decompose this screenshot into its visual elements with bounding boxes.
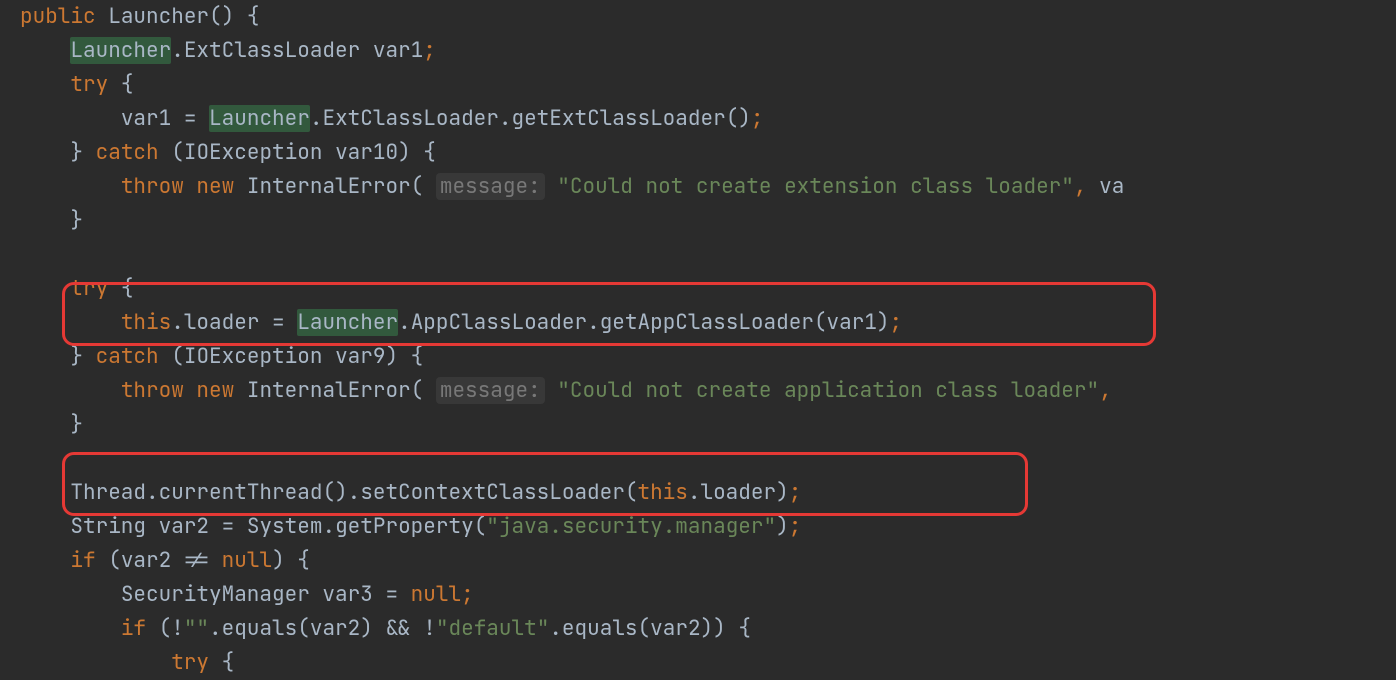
param-hint: message:	[436, 377, 545, 404]
keyword-public: public	[20, 3, 96, 30]
keyword-if: if	[70, 547, 95, 574]
constructor-name: Launcher	[108, 3, 209, 30]
keyword-null: null	[222, 547, 272, 574]
type-launcher: Launcher	[70, 37, 171, 64]
keyword-this: this	[121, 309, 171, 336]
code-editor[interactable]: public Launcher() { Launcher.ExtClassLoa…	[20, 0, 1396, 680]
keyword-throw: throw	[121, 173, 184, 200]
string-literal: "java.security.manager"	[486, 513, 776, 540]
string-literal: "Could not create application class load…	[557, 377, 1099, 404]
param-hint: message:	[436, 173, 545, 200]
keyword-catch: catch	[96, 139, 159, 166]
string-literal: "Could not create extension class loader…	[557, 173, 1074, 200]
keyword-new: new	[196, 173, 234, 200]
keyword-try: try	[70, 71, 108, 98]
